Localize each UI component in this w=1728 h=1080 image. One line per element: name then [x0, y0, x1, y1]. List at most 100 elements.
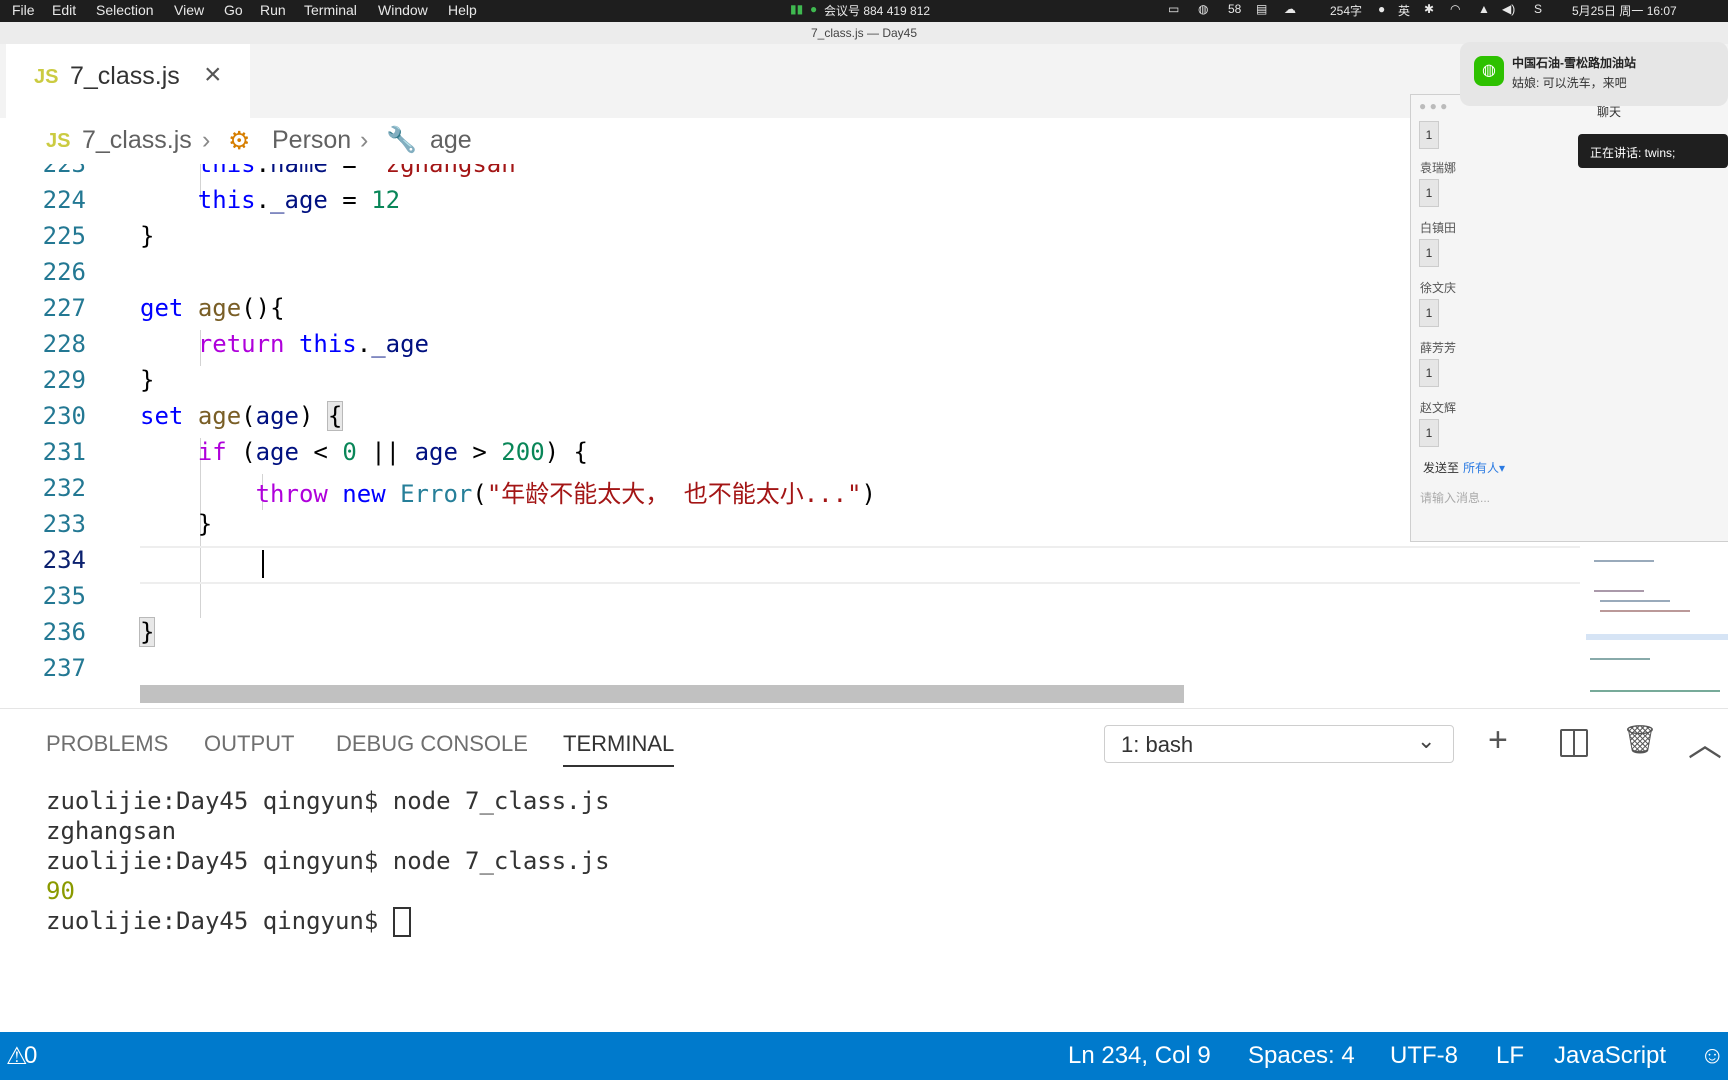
end-of-line[interactable]: LF: [1496, 1042, 1524, 1070]
account-icon[interactable]: ☺: [1700, 1042, 1725, 1070]
chevron-up-icon[interactable]: ︿: [1688, 717, 1722, 766]
menu-edit[interactable]: Edit: [52, 2, 76, 18]
calendar-icon[interactable]: ▤: [1256, 2, 1267, 16]
line-number: 229: [42, 366, 86, 394]
problems-count[interactable]: 0: [24, 1042, 37, 1070]
chat-sender: 赵文辉: [1420, 401, 1457, 415]
wrench-property-icon: 🔧: [386, 126, 418, 154]
line-number-current: 234: [42, 546, 86, 574]
encoding[interactable]: UTF-8: [1390, 1042, 1458, 1070]
split-terminal-icon[interactable]: [1560, 729, 1588, 757]
minimap-line: [1600, 600, 1670, 602]
cursor-position[interactable]: Ln 234, Col 9: [1068, 1042, 1211, 1070]
js-file-icon: JS: [34, 66, 59, 88]
chevron-right-icon: ›: [202, 126, 211, 154]
minimap-line: [1594, 560, 1654, 562]
window-title: 7_class.js — Day45: [0, 22, 1728, 44]
line-number: 236: [42, 618, 86, 646]
menu-view[interactable]: View: [174, 2, 204, 18]
speaking-indicator: 正在讲话: twins;: [1578, 134, 1728, 168]
tab-7-class-js[interactable]: JS 7_class.js ×: [6, 44, 250, 118]
line-number: 230: [42, 402, 86, 430]
tab-problems[interactable]: PROBLEMS: [46, 731, 168, 757]
language-mode[interactable]: JavaScript: [1554, 1042, 1666, 1070]
menu-file[interactable]: File: [12, 2, 35, 18]
tab-label: 7_class.js: [70, 62, 180, 90]
tab-terminal[interactable]: TERMINAL: [563, 731, 675, 767]
code-line: }: [140, 510, 213, 538]
airplay-icon[interactable]: ▲: [1478, 2, 1490, 16]
code-line: if (age < 0 || age > 200) {: [197, 438, 589, 466]
code-line: return this._age: [197, 330, 429, 358]
window-controls-icon[interactable]: ● ● ●: [1419, 99, 1447, 113]
send-to-value: 所有人: [1463, 461, 1500, 475]
line-number: 233: [42, 510, 86, 538]
tab-debug-console[interactable]: DEBUG CONSOLE: [336, 731, 528, 757]
wifi-icon[interactable]: ◠: [1450, 2, 1460, 16]
cloud-icon[interactable]: ☁: [1284, 2, 1296, 16]
chevron-down-icon: ⌄: [1417, 728, 1436, 753]
close-icon[interactable]: ×: [204, 58, 222, 92]
menu-go[interactable]: Go: [224, 2, 243, 18]
chevron-right-icon: ›: [360, 126, 369, 154]
chat-reply: 1: [1419, 239, 1439, 267]
horizontal-scrollbar[interactable]: [140, 685, 1184, 703]
line-number: 237: [42, 654, 86, 682]
wechat-icon[interactable]: ◍: [1198, 2, 1208, 16]
chat-input[interactable]: 请输入消息...: [1420, 489, 1490, 506]
code-line: set age(age) {: [140, 401, 344, 431]
breadcrumb-member[interactable]: age: [430, 126, 472, 155]
bottom-panel: PROBLEMS OUTPUT DEBUG CONSOLE TERMINAL 1…: [0, 708, 1728, 1033]
mic-icon[interactable]: ●: [1378, 2, 1385, 16]
notification-message: 姑娘: 可以洗车，来吧: [1512, 76, 1627, 90]
minimap-line: [1590, 658, 1650, 660]
minimap-line: [1594, 590, 1644, 592]
indentation[interactable]: Spaces: 4: [1248, 1042, 1355, 1070]
wechat-icon: ◍: [1474, 56, 1504, 86]
meeting-status-icon: ●: [810, 2, 818, 16]
line-number: 226: [42, 258, 86, 286]
bluetooth-icon[interactable]: ✱: [1424, 2, 1434, 16]
chat-sender: 薛芳芳: [1420, 341, 1457, 355]
terminal-prompt[interactable]: zuolijie:Day45 qingyun$: [46, 907, 411, 937]
add-terminal-icon[interactable]: +: [1488, 721, 1508, 760]
terminal-line: zghangsan: [46, 817, 177, 845]
menu-terminal[interactable]: Terminal: [304, 2, 357, 18]
menu-selection[interactable]: Selection: [96, 2, 154, 18]
clock-datetime[interactable]: 5月25日 周一 16:07: [1572, 2, 1677, 19]
terminal-line: zuolijie:Day45 qingyun$ node 7_class.js: [46, 787, 610, 815]
chat-sender: 白镇田: [1420, 221, 1457, 235]
chat-sender: 袁瑞娜: [1420, 161, 1457, 175]
minimap[interactable]: [1586, 530, 1728, 710]
app-s-icon[interactable]: S: [1534, 2, 1542, 16]
send-to-label: 发送至: [1423, 461, 1460, 475]
tab-output[interactable]: OUTPUT: [204, 731, 294, 757]
menu-help[interactable]: Help: [448, 2, 477, 18]
chat-reply: 1: [1419, 359, 1439, 387]
menu-window[interactable]: Window: [378, 2, 428, 18]
code-line: this._age = 12: [197, 186, 401, 214]
terminal-select[interactable]: 1: bash ⌄: [1104, 725, 1454, 763]
minimap-viewport: [1586, 634, 1728, 640]
line-number: 223: [42, 164, 86, 178]
trash-icon[interactable]: 🗑: [1622, 723, 1658, 756]
terminal-cursor: [392, 907, 411, 937]
word-count: 254字: [1330, 4, 1363, 18]
camera-icon[interactable]: ▭: [1168, 2, 1179, 16]
meeting-id: 会议号 884 419 812: [824, 4, 931, 18]
wechat-count: 58: [1228, 2, 1242, 16]
input-method[interactable]: 英: [1398, 2, 1410, 19]
notification-title: 中国石油-雪松路加油站: [1512, 56, 1636, 70]
breadcrumb-class[interactable]: Person: [272, 126, 351, 155]
volume-icon[interactable]: ◀): [1502, 2, 1515, 16]
split-divider: [1573, 731, 1575, 755]
minimap-line: [1600, 610, 1690, 612]
code-editor[interactable]: 223 224 225 226 227 228 229 230 231 232 …: [0, 164, 1580, 704]
wechat-notification[interactable]: ◍ 中国石油-雪松路加油站 姑娘: 可以洗车，来吧: [1460, 42, 1728, 106]
menu-run[interactable]: Run: [260, 2, 286, 18]
js-file-icon: JS: [46, 130, 71, 152]
terminal-line: zuolijie:Day45 qingyun$: [46, 907, 393, 935]
signal-icon: ▮▮: [790, 2, 804, 16]
breadcrumb-file[interactable]: 7_class.js: [82, 126, 192, 155]
send-to-select[interactable]: 所有人▾: [1463, 459, 1505, 476]
